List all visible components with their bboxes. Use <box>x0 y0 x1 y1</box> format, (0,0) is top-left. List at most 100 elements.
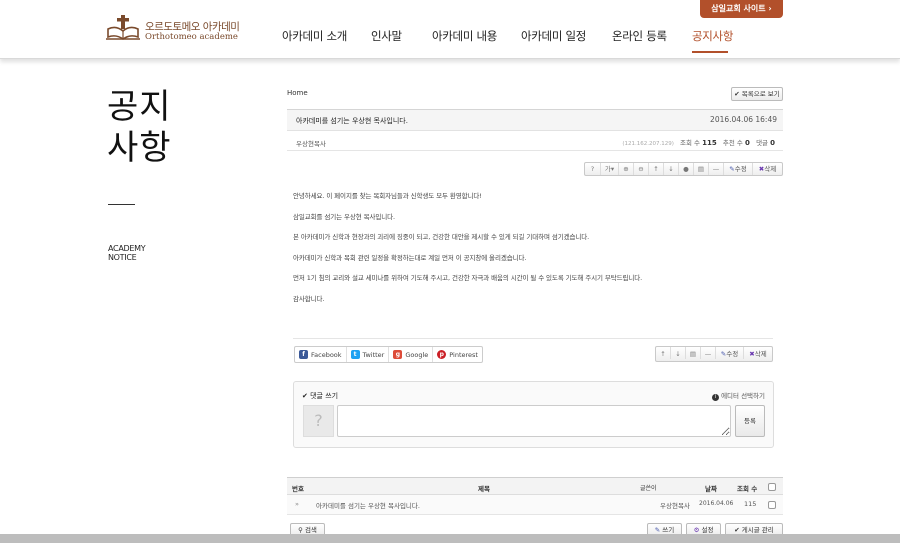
arrow-up-icon[interactable]: ↑ <box>649 163 664 175</box>
row-checkbox[interactable] <box>768 501 776 509</box>
comments-count: 0 <box>770 139 775 147</box>
post-list-table: 번호 제목 글쓴이 날짜 조회 수 » 아카데미를 섬기는 우상현 목사입니다.… <box>287 477 783 515</box>
print-icon[interactable]: ▤ <box>686 347 701 359</box>
delete-label: 삭제 <box>764 165 777 173</box>
gear-icon: ⚙ <box>693 526 700 534</box>
check-icon: ✔ <box>734 90 740 98</box>
body-paragraph: 본 아카데미가 신학과 현장과의 괴리에 징중이 되고, 건강한 대안을 제시할… <box>293 233 590 241</box>
comments-label: 댓글 <box>756 139 769 147</box>
post-toolbar: ? 가▾ ⊕ ⊖ ↑ ↓ ● ▤ — ✎수정 ✖삭제 <box>584 162 783 176</box>
nav-academy-intro[interactable]: 아카데미 소개 <box>282 28 347 44</box>
comment-title-label: 댓글 쓰기 <box>310 392 339 400</box>
body-paragraph: 안녕하세요. 이 페이지를 찾는 목회자님들과 신학생도 모두 환영합니다! <box>293 192 482 200</box>
select-all-checkbox[interactable] <box>768 483 776 491</box>
breadcrumb[interactable]: Home <box>287 89 308 97</box>
church-site-label: 삼일교회 사이트 <box>711 4 766 13</box>
minus-icon[interactable]: — <box>709 163 724 175</box>
caret-down-icon: ▾ <box>610 165 615 173</box>
row-author[interactable]: 우상현목사 <box>660 500 690 510</box>
arrow-down-icon[interactable]: ↓ <box>671 347 686 359</box>
page-subtitle-line1: ACADEMY <box>108 244 146 253</box>
facebook-icon: f <box>299 350 308 359</box>
post-author[interactable]: 우상현목사 <box>296 138 326 148</box>
edit-label: 수정 <box>734 165 747 173</box>
editor-select-link[interactable]: i 에디터 선택하기 <box>711 390 765 401</box>
nav-notice[interactable]: 공지사항 <box>692 28 733 44</box>
write-label: 쓰기 <box>662 526 675 534</box>
col-author: 글쓴이 <box>640 485 657 492</box>
share-twitter-label: Twitter <box>362 350 385 359</box>
delete-label: 삭제 <box>754 350 767 358</box>
votes-label: 추천 수 <box>722 139 743 147</box>
nav-academy-schedule[interactable]: 아카데미 일정 <box>521 28 586 44</box>
views-count: 115 <box>702 139 717 147</box>
nav-academy-content[interactable]: 아카데미 내용 <box>432 28 497 44</box>
zoom-in-icon[interactable]: ⊕ <box>619 163 634 175</box>
edit-label: 수정 <box>726 350 739 358</box>
info-icon: i <box>711 394 719 401</box>
edit-button[interactable]: ✎수정 <box>716 347 744 359</box>
share-divider <box>293 338 773 339</box>
share-facebook[interactable]: f Facebook <box>295 347 347 362</box>
list-view-button[interactable]: ✔ 목록으로 보기 <box>731 87 783 101</box>
body-paragraph: 먼저 1기 침의 교리와 설교 세미나를 위하여 기도해 주시고, 건강한 자극… <box>293 274 643 282</box>
post-meta: 우상현목사 (121.162.207.129) 조회 수 115 추천 수 0 … <box>287 131 783 151</box>
col-no: 번호 <box>292 485 304 493</box>
comment-icon[interactable]: ● <box>679 163 694 175</box>
post-ip: (121.162.207.129) <box>622 141 674 147</box>
zoom-out-icon[interactable]: ⊖ <box>634 163 649 175</box>
pencil-icon: ✎ <box>654 526 661 534</box>
page-subtitle: ACADEMY NOTICE <box>108 244 146 262</box>
nav-online-registration[interactable]: 온라인 등록 <box>612 28 667 44</box>
table-header: 번호 제목 글쓴이 날짜 조회 수 <box>287 477 783 495</box>
print-icon[interactable]: ▤ <box>694 163 709 175</box>
delete-button[interactable]: ✖삭제 <box>744 347 772 359</box>
share-google-label: Google <box>405 350 429 359</box>
arrow-down-icon[interactable]: ↓ <box>664 163 679 175</box>
font-size-button[interactable]: 가▾ <box>601 163 619 175</box>
site-header: 오르도토메오 아카데미 Orthotomeo academe 삼일교회 사이트 … <box>0 0 900 59</box>
share-twitter[interactable]: t Twitter <box>347 347 390 362</box>
col-title: 제목 <box>478 485 490 493</box>
site-logo[interactable]: 오르도토메오 아카데미 Orthotomeo academe <box>106 14 240 46</box>
church-site-button[interactable]: 삼일교회 사이트 › <box>700 0 783 18</box>
search-icon: ⚲ <box>298 526 303 534</box>
active-nav-underline <box>692 51 728 53</box>
share-google[interactable]: g Google <box>389 347 434 362</box>
views-label: 조회 수 <box>679 139 700 147</box>
check-icon: ✔ <box>734 526 740 534</box>
arrow-up-icon[interactable]: ↑ <box>656 347 671 359</box>
row-title[interactable]: 아카데미를 섬기는 우상현 목사입니다. <box>316 500 420 510</box>
manage-label: 게시글 관리 <box>741 526 774 534</box>
row-date: 2016.04.06 <box>699 500 734 507</box>
page-title-line2: 사항 <box>107 128 172 168</box>
post-stats: (121.162.207.129) 조회 수 115 추천 수 0 댓글 0 <box>622 137 775 147</box>
comment-input[interactable] <box>337 405 731 437</box>
help-button[interactable]: ? <box>585 163 601 175</box>
comment-submit-button[interactable]: 등록 <box>735 405 765 437</box>
bible-cross-icon <box>106 15 140 40</box>
search-label: 검색 <box>304 526 317 534</box>
page-title-line1: 공지 <box>107 87 172 127</box>
edit-button[interactable]: ✎수정 <box>724 163 753 175</box>
editor-select-label: 에디터 선택하기 <box>721 392 765 400</box>
delete-button[interactable]: ✖삭제 <box>753 163 782 175</box>
share-pinterest[interactable]: p Pinterest <box>433 347 482 362</box>
twitter-icon: t <box>350 350 360 359</box>
post-body: 안녕하세요. 이 페이지를 찾는 목회자님들과 신학생도 모두 환영합니다! 삼… <box>293 190 773 313</box>
col-views[interactable]: 조회 수 <box>737 483 757 493</box>
footer-bar <box>0 534 900 543</box>
nav-greeting[interactable]: 인사말 <box>371 28 402 44</box>
check-icon: ✔ <box>302 392 308 400</box>
col-date[interactable]: 날짜 <box>705 483 717 493</box>
post-header: 아카데미를 섬기는 우상현 목사입니다. 2016.04.06 16:49 <box>287 109 783 131</box>
minus-icon[interactable]: — <box>701 347 716 359</box>
post-title[interactable]: 아카데미를 섬기는 우상현 목사입니다. <box>296 116 408 126</box>
share-pinterest-label: Pinterest <box>449 350 478 359</box>
page-subtitle-line2: NOTICE <box>108 253 137 262</box>
share-facebook-label: Facebook <box>311 350 342 359</box>
pinterest-icon: p <box>437 350 447 359</box>
list-view-label: 목록으로 보기 <box>741 90 780 98</box>
row-no: » <box>295 500 299 508</box>
comment-title: ✔ 댓글 쓰기 <box>302 391 338 401</box>
